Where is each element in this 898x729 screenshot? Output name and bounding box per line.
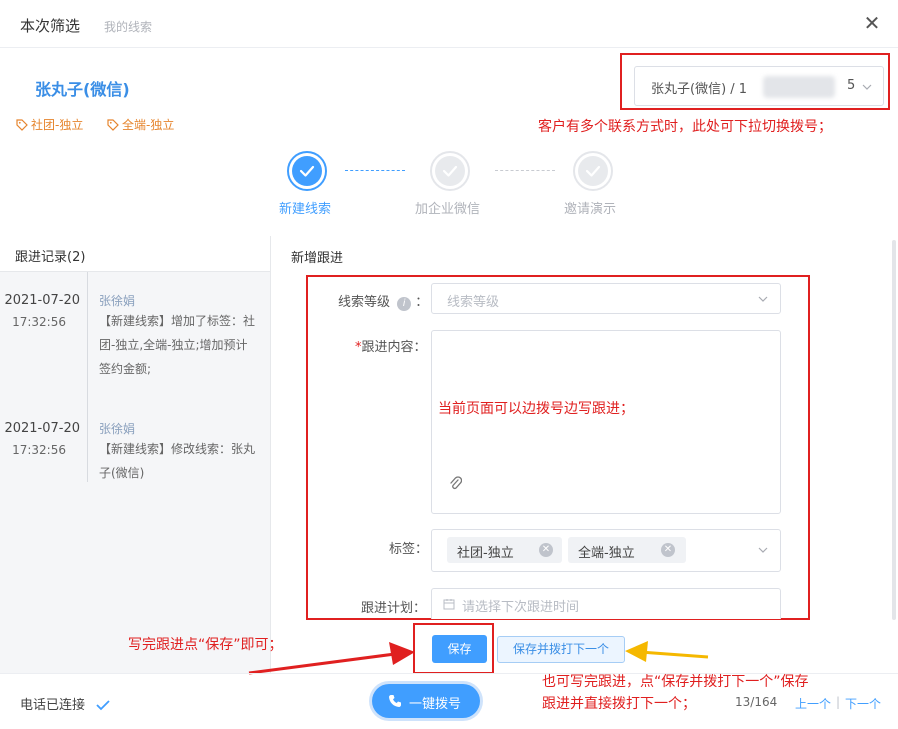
tags-select[interactable]: 社团-独立 ✕ 全端-独立 ✕ [431,529,781,572]
dialog-subtitle: 我的线索 [104,20,153,34]
record-text-line: 签约金额; [99,362,152,376]
level-label-text: 线索等级 [338,295,391,310]
tag-chip-label: 全端-独立 [578,546,635,561]
new-followup-header: 新增跟进 [271,236,898,272]
step-2-circle [430,151,470,191]
check-icon [585,165,601,177]
plan-date-input[interactable]: 请选择下次跟进时间 [431,588,781,619]
calendar-icon [443,599,455,610]
connection-status: 电话已连接 [20,694,111,713]
customer-name: 张丸子(微信) [35,80,130,99]
records-title: 跟进记录(2) [15,250,86,265]
phone-select[interactable]: 张丸子(微信) / 1 5 [634,66,884,106]
phone-icon [389,695,401,707]
content-label: *跟进内容： [355,336,427,355]
prev-link[interactable]: 上一个 [795,695,831,712]
pager-separator: | [836,695,841,709]
save-button[interactable]: 保存 [432,635,487,663]
level-label-colon: ： [415,295,429,310]
annotation-save-next-1: 也可写完跟进，点“保存并拨打下一个”保存 [542,674,809,690]
one-click-dial-button[interactable]: 一键拨号 [372,684,480,718]
level-select[interactable]: 线索等级 [431,283,781,314]
dial-button-label: 一键拨号 [409,697,462,712]
record-text: 【新建线索】增加了标签：社 团-独立,全端-独立;增加预计 签约金额; [99,309,259,381]
chevron-down-icon [758,547,768,553]
record-date: 2021-07-20 [4,421,80,436]
dialog-title: 本次筛选 [20,17,81,35]
record-text: 【新建线索】修改线索：张丸 子(微信) [99,437,259,485]
content-label-text: 跟进内容： [361,340,427,355]
phone-select-value: 张丸子(微信) / 1 [651,82,748,97]
phone-redaction [763,76,835,98]
page-indicator: 13/164 [735,695,778,709]
customer-tag-label: 全端-独立 [122,118,175,132]
dialog-header: 本次筛选 我的线索 ✕ [0,0,898,48]
step-1-circle [287,151,327,191]
customer-tag: 社团-独立 [16,116,83,133]
tags-label: 标签： [389,542,429,557]
attachment-icon[interactable] [448,475,462,491]
check-icon [96,700,110,711]
chevron-down-icon [862,84,872,90]
record-time: 17:32:56 [12,315,66,329]
followup-records-panel: 跟进记录(2) 2021-07-20 17:32:56 张徐娟 【新建线索】增加… [0,236,271,673]
plan-label: 跟进计划： [361,601,427,616]
connection-status-text: 电话已连接 [20,698,86,713]
record-text-line: 【新建线索】增加了标签：社 [99,314,256,328]
plan-placeholder: 请选择下次跟进时间 [462,600,580,615]
record-text-line: 子(微信) [99,466,145,480]
step-3-label: 邀请演示 [564,202,617,217]
check-icon [299,165,315,177]
chevron-down-icon [758,296,768,302]
tag-icon [16,119,28,131]
tag-chip: 全端-独立 ✕ [568,537,686,563]
tag-icon [107,119,119,131]
step-connector [495,170,555,171]
record-author: 张徐娟 [99,422,136,436]
yellow-arrow [625,641,709,662]
annotation-phone: 客户有多个联系方式时，此处可下拉切换拨号； [538,119,832,135]
annotation-save-next-2: 跟进并直接拨打下一个； [542,696,696,712]
info-icon[interactable]: i [397,297,412,311]
close-icon[interactable]: ✕ [862,12,882,34]
record-date: 2021-07-20 [4,293,80,308]
records-header: 跟进记录(2) [0,236,270,272]
next-link[interactable]: 下一个 [845,695,881,712]
record-text-line: 团-独立,全端-独立;增加预计 [99,338,248,352]
tag-chip-label: 社团-独立 [457,546,514,561]
save-and-call-next-button[interactable]: 保存并拨打下一个 [497,636,625,663]
scrollbar[interactable] [892,240,896,620]
annotation-content: 当前页面可以边拨号边写跟进； [438,401,634,417]
record-time: 17:32:56 [12,443,66,457]
check-icon [442,165,458,177]
new-followup-title: 新增跟进 [291,251,344,266]
phone-select-suffix: 5 [847,78,856,93]
level-label: 线索等级 i ： [338,291,428,311]
remove-tag-icon[interactable]: ✕ [661,543,675,557]
level-placeholder: 线索等级 [447,295,500,310]
record-text-line: 【新建线索】修改线索：张丸 [99,442,256,456]
timeline-line [87,272,88,482]
step-3-circle [573,151,613,191]
tag-chip: 社团-独立 ✕ [447,537,562,563]
step-2-label: 加企业微信 [415,202,481,217]
record-author: 张徐娟 [99,294,136,308]
remove-tag-icon[interactable]: ✕ [539,543,553,557]
annotation-save: 写完跟进点“保存”即可； [128,637,283,653]
step-connector [345,170,405,171]
content-textarea[interactable] [431,330,781,514]
step-1-label: 新建线索 [279,202,332,217]
customer-tag: 全端-独立 [107,116,174,133]
customer-tag-label: 社团-独立 [31,118,84,132]
